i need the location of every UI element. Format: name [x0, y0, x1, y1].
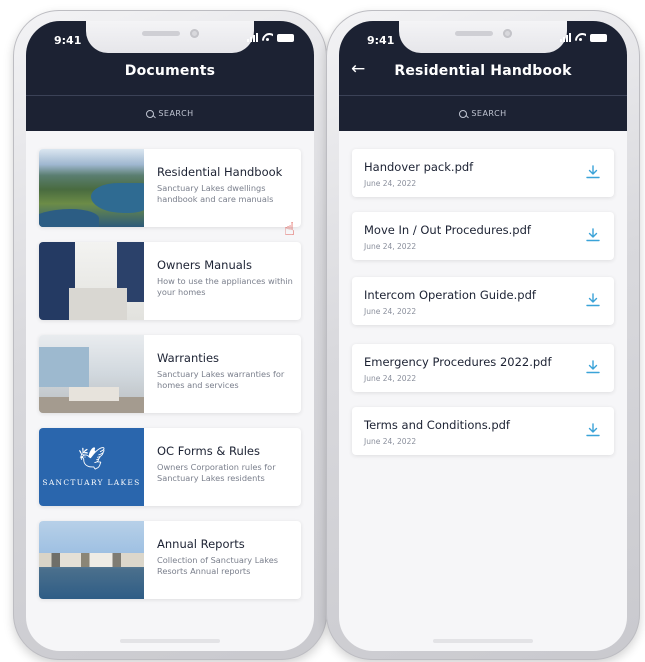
sanctuary-lakes-logo: 🕊︎ SANCTUARY LAKES — [39, 428, 144, 506]
download-icon[interactable] — [586, 423, 600, 437]
file-date: June 24, 2022 — [364, 242, 417, 251]
wifi-icon — [262, 33, 273, 42]
file-date: June 24, 2022 — [364, 307, 417, 316]
handbook-screen: 9:41 ← Residential Handbook SEARCH Hando… — [339, 21, 627, 651]
speaker — [455, 31, 493, 36]
search-bar[interactable]: SEARCH — [339, 95, 627, 131]
phone-notch — [399, 21, 567, 53]
search-label: SEARCH — [471, 109, 507, 118]
search-icon — [146, 109, 155, 118]
status-icons — [560, 33, 607, 42]
category-title: Annual Reports — [157, 537, 245, 551]
phone-frame-handbook: 9:41 ← Residential Handbook SEARCH Hando… — [326, 10, 640, 660]
page-title: Residential Handbook — [394, 63, 572, 79]
file-date: June 24, 2022 — [364, 437, 417, 446]
file-date: June 24, 2022 — [364, 179, 417, 188]
signal-icon — [247, 33, 258, 42]
category-title: Owners Manuals — [157, 258, 252, 272]
camera-icon — [190, 29, 199, 38]
download-icon[interactable] — [586, 228, 600, 242]
aerial-photo-thumbnail — [39, 149, 144, 227]
download-icon[interactable] — [586, 165, 600, 179]
logo-text: SANCTUARY LAKES — [42, 477, 141, 487]
category-title: OC Forms & Rules — [157, 444, 261, 458]
category-description: Sanctuary Lakes dwellings handbook and c… — [157, 183, 274, 204]
documents-screen: 9:41 Documents SEARCH Residential Handbo… — [26, 21, 314, 651]
category-title: Residential Handbook — [157, 165, 283, 179]
file-name: Terms and Conditions.pdf — [364, 418, 510, 432]
download-icon[interactable] — [586, 293, 600, 307]
wifi-icon — [575, 33, 586, 42]
phone-notch — [86, 21, 254, 53]
bird-logo-icon: 🕊︎ — [77, 446, 106, 472]
phone-frame-documents: 9:41 Documents SEARCH Residential Handbo… — [13, 10, 327, 660]
search-icon — [459, 109, 468, 118]
file-date: June 24, 2022 — [364, 374, 417, 383]
file-row[interactable]: Intercom Operation Guide.pdf June 24, 20… — [352, 277, 614, 325]
home-indicator — [433, 639, 533, 643]
category-title: Warranties — [157, 351, 220, 365]
status-icons — [247, 33, 294, 42]
status-time: 9:41 — [54, 34, 82, 47]
file-name: Handover pack.pdf — [364, 160, 474, 174]
home-indicator — [120, 639, 220, 643]
document-category-card[interactable]: Owners Manuals How to use the appliances… — [39, 242, 301, 320]
living-room-photo-thumbnail — [39, 335, 144, 413]
category-description: Owners Corporation rules for Sanctuary L… — [157, 462, 276, 483]
status-time: 9:41 — [367, 34, 395, 47]
lake-photo-thumbnail — [39, 521, 144, 599]
page-title: Documents — [124, 63, 216, 79]
battery-icon — [277, 34, 294, 42]
category-description: Sanctuary Lakes warranties for homes and… — [157, 369, 285, 390]
file-row[interactable]: Move In / Out Procedures.pdf June 24, 20… — [352, 212, 614, 260]
speaker — [142, 31, 180, 36]
search-bar[interactable]: SEARCH — [26, 95, 314, 131]
hand-pointer-icon: ☝ — [284, 219, 295, 240]
search-label: SEARCH — [158, 109, 194, 118]
kitchen-photo-thumbnail — [39, 242, 144, 320]
document-category-card[interactable]: Annual Reports Collection of Sanctuary L… — [39, 521, 301, 599]
file-row[interactable]: Handover pack.pdf June 24, 2022 — [352, 149, 614, 197]
file-name: Emergency Procedures 2022.pdf — [364, 355, 552, 369]
header-bar: 9:41 ← Residential Handbook — [339, 21, 627, 95]
battery-icon — [590, 34, 607, 42]
signal-icon — [560, 33, 571, 42]
file-name: Intercom Operation Guide.pdf — [364, 288, 536, 302]
category-description: Collection of Sanctuary Lakes Resorts An… — [157, 555, 279, 576]
document-category-card[interactable]: Warranties Sanctuary Lakes warranties fo… — [39, 335, 301, 413]
file-row[interactable]: Terms and Conditions.pdf June 24, 2022 — [352, 407, 614, 455]
header-bar: 9:41 Documents — [26, 21, 314, 95]
download-icon[interactable] — [586, 360, 600, 374]
document-category-card[interactable]: Residential Handbook Sanctuary Lakes dwe… — [39, 149, 301, 227]
category-description: How to use the appliances within your ho… — [157, 276, 293, 297]
file-name: Move In / Out Procedures.pdf — [364, 223, 531, 237]
document-category-card[interactable]: 🕊︎ SANCTUARY LAKES OC Forms & Rules Owne… — [39, 428, 301, 506]
file-row[interactable]: Emergency Procedures 2022.pdf June 24, 2… — [352, 344, 614, 392]
camera-icon — [503, 29, 512, 38]
